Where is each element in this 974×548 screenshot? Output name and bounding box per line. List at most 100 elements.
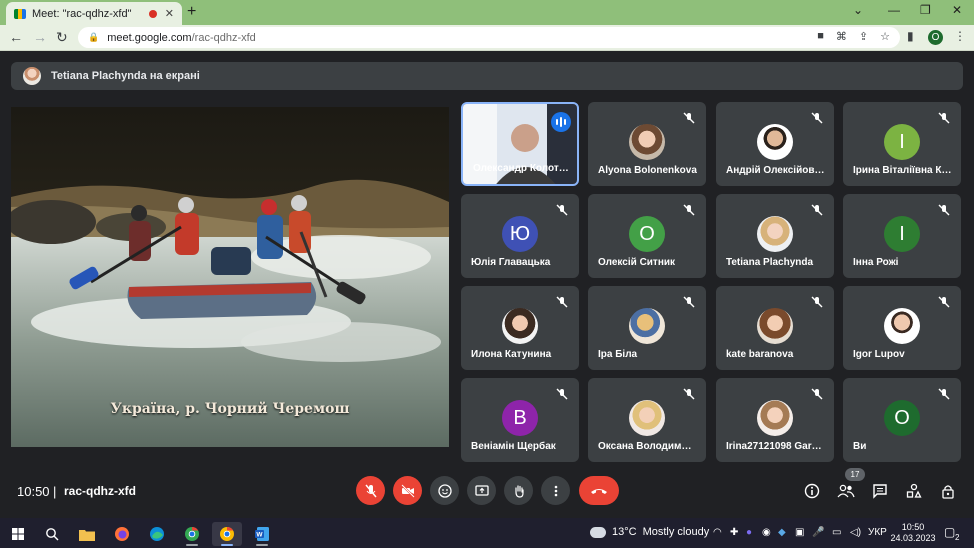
back-icon[interactable]: ← (9, 29, 23, 45)
participant-photo (629, 400, 665, 436)
browser-tabstrip: Meet: "rac-qdhz-xfd" ✕ + ⌄ — ❐ ✕ (0, 0, 974, 25)
meet-favicon-icon (14, 8, 26, 19)
system-clock[interactable]: 10:50 24.03.2023 (890, 522, 936, 544)
close-window-button[interactable]: ✕ (952, 3, 962, 17)
shared-screen[interactable]: Україна, р. Чорний Черемош (11, 107, 449, 447)
participant-name: Олексій Ситник (598, 257, 676, 268)
search-button[interactable] (37, 522, 67, 546)
participant-initial-avatar: О (629, 216, 665, 252)
presenting-banner: Tetiana Plachynda на екрані (11, 62, 963, 90)
present-now-button[interactable] (467, 476, 496, 505)
mic-muted-icon (938, 296, 950, 308)
forward-icon[interactable]: → (33, 29, 47, 45)
participant-initial-avatar: В (502, 400, 538, 436)
raise-hand-button[interactable] (504, 476, 533, 505)
participant-tile[interactable]: Ю Юлія Главацька (461, 194, 579, 278)
participant-tile[interactable]: О Олексій Ситник (588, 194, 706, 278)
leave-call-button[interactable] (579, 476, 619, 505)
bookmark-star-icon[interactable]: ☆ (880, 30, 890, 43)
minimize-button[interactable]: — (888, 3, 900, 17)
tab-close-icon[interactable]: ✕ (165, 7, 174, 20)
weather-temperature: 13°C (612, 526, 637, 538)
weather-widget[interactable]: 13°C Mostly cloudy (590, 526, 709, 538)
profile-avatar[interactable]: O (928, 30, 943, 45)
more-vert-icon (554, 485, 557, 496)
chat-icon[interactable] (870, 481, 890, 501)
meeting-details-icon[interactable] (802, 481, 822, 501)
translate-icon[interactable]: ⌘ (836, 30, 847, 43)
participant-tile[interactable]: Irina27121098 Gar… (716, 378, 834, 462)
participant-photo (884, 308, 920, 344)
camera-toggle-button[interactable] (393, 476, 422, 505)
tray-app-icon[interactable]: ▣ (795, 527, 804, 538)
tab-search-icon[interactable]: ⌄ (853, 3, 863, 17)
participant-tile[interactable]: kate baranova (716, 286, 834, 370)
address-bar[interactable]: 🔒 meet.google.com/rac-qdhz-xfd ■ ⌘ ⇪ ☆ (78, 27, 900, 48)
presenter-avatar (23, 67, 41, 85)
people-icon[interactable] (836, 481, 856, 501)
notifications-icon[interactable]: ▢ (944, 525, 955, 539)
speaking-indicator-icon (551, 112, 571, 132)
participant-tile[interactable]: Олександр Колот… (461, 102, 579, 186)
recording-indicator-icon (148, 9, 157, 18)
browser-toolbar: ← → ↻ 🔒 meet.google.com/rac-qdhz-xfd ■ ⌘… (0, 25, 974, 51)
participant-tile[interactable]: Іра Біла (588, 286, 706, 370)
tray-app-icon[interactable]: ✚ (730, 527, 738, 538)
mic-off-icon (364, 484, 377, 497)
windows-start-button[interactable] (3, 522, 33, 546)
edge-button[interactable] (142, 522, 172, 546)
maximize-button[interactable]: ❐ (920, 3, 931, 17)
participant-tile[interactable]: В Веніамін Щербак (461, 378, 579, 462)
mic-muted-icon (811, 388, 823, 400)
language-indicator[interactable]: УКР (868, 527, 887, 538)
chrome-button[interactable] (177, 522, 207, 546)
weather-description: Mostly cloudy (642, 526, 710, 538)
volume-icon[interactable]: ◁) (850, 527, 861, 538)
participant-name: Веніамін Щербак (471, 441, 556, 452)
microphone-toggle-button[interactable] (356, 476, 385, 505)
firefox-button[interactable] (107, 522, 137, 546)
reload-icon[interactable]: ↻ (56, 29, 68, 46)
share-icon[interactable]: ⇪ (859, 30, 868, 43)
tab-meet[interactable]: Meet: "rac-qdhz-xfd" ✕ (6, 2, 182, 25)
new-tab-button[interactable]: + (187, 3, 196, 21)
chrome-profile-button[interactable] (212, 522, 242, 546)
file-explorer-button[interactable] (72, 522, 102, 546)
running-indicator (221, 544, 233, 546)
participant-tile[interactable]: І Ірина Віталіївна К… (843, 102, 961, 186)
participant-tile[interactable]: Igor Lupov (843, 286, 961, 370)
participant-name: Igor Lupov (853, 349, 905, 360)
activities-icon[interactable] (904, 481, 924, 501)
more-options-button[interactable] (541, 476, 570, 505)
participant-tile[interactable]: Андрій Олексійов… (716, 102, 834, 186)
mic-muted-icon (811, 204, 823, 216)
participant-tile[interactable]: Tetiana Plachynda (716, 194, 834, 278)
participant-tile[interactable]: Alyona Bolonenkova (588, 102, 706, 186)
network-icon[interactable]: ◠ (713, 527, 722, 538)
camera-in-use-icon[interactable]: ■ (817, 30, 824, 43)
viber-icon[interactable]: ● (746, 527, 752, 538)
reactions-button[interactable] (430, 476, 459, 505)
participant-tile[interactable]: Илона Катунина (461, 286, 579, 370)
omnibox-icons: ■ ⌘ ⇪ ☆ (817, 30, 890, 43)
folder-icon (79, 529, 95, 541)
participant-name: Tetiana Plachynda (726, 257, 814, 268)
windows-logo-icon (12, 528, 24, 540)
participant-name: Юлія Главацька (471, 257, 551, 268)
battery-icon[interactable]: ▭ (832, 527, 841, 538)
mic-muted-icon (556, 204, 568, 216)
participant-name: Оксана Володим… (598, 441, 692, 452)
menu-icon[interactable]: ⋮ (954, 29, 966, 43)
participant-count-badge: 17 (845, 468, 865, 481)
word-button[interactable]: W (247, 522, 277, 546)
participant-tile[interactable]: І Інна Рожі (843, 194, 961, 278)
participant-tile-self[interactable]: О Ви (843, 378, 961, 462)
telegram-icon[interactable]: ◆ (778, 527, 786, 538)
tray-app-icon[interactable]: ◉ (762, 527, 771, 538)
running-indicator (256, 544, 268, 546)
microphone-tray-icon[interactable]: 🎤 (812, 527, 824, 538)
sidepanel-icon[interactable]: ▮ (907, 29, 914, 43)
host-controls-icon[interactable] (938, 481, 958, 501)
participant-tile[interactable]: Оксана Володим… (588, 378, 706, 462)
participant-name: Илона Катунина (471, 349, 552, 360)
